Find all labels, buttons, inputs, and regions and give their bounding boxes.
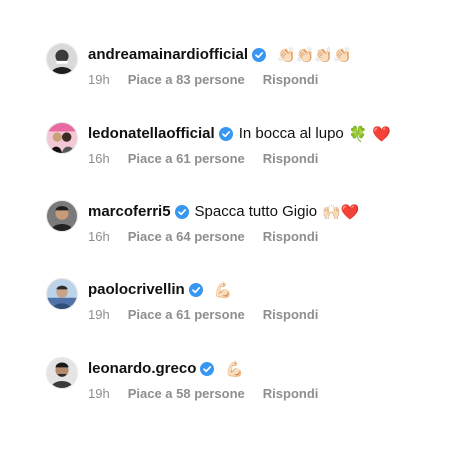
- comment-meta: 19h Piace a 61 persone Rispondi: [88, 306, 318, 324]
- username[interactable]: ledonatellaofficial: [88, 123, 215, 145]
- timestamp: 19h: [88, 386, 110, 401]
- verified-badge-icon: [188, 283, 203, 297]
- verified-badge-icon: [218, 127, 233, 141]
- comment-body: ledonatellaofficial In bocca al lupo 🍀 ❤…: [88, 123, 391, 145]
- comment-item: paolocrivellin 💪🏻 19h Piace a 61 persone…: [46, 278, 446, 334]
- comment-body: paolocrivellin 💪🏻: [88, 279, 232, 301]
- timestamp: 16h: [88, 151, 110, 166]
- reply-button[interactable]: Rispondi: [263, 306, 319, 324]
- emoji: 🙌🏻❤️: [322, 203, 360, 221]
- timestamp: 16h: [88, 229, 110, 244]
- likes-count[interactable]: Piace a 58 persone: [128, 385, 245, 403]
- comment-item: ledonatellaofficial In bocca al lupo 🍀 ❤…: [46, 122, 446, 178]
- comment-meta: 19h Piace a 83 persone Rispondi: [88, 71, 318, 89]
- comment-item: andreamainardiofficial 👏🏻👏🏻👏🏻👏🏻 19h Piac…: [46, 43, 446, 99]
- comment-meta: 19h Piace a 58 persone Rispondi: [88, 385, 318, 403]
- comment-meta: 16h Piace a 61 persone Rispondi: [88, 150, 318, 168]
- likes-count[interactable]: Piace a 64 persone: [128, 228, 245, 246]
- emoji: 💪🏻: [225, 360, 245, 378]
- likes-count[interactable]: Piace a 61 persone: [128, 306, 245, 324]
- reply-button[interactable]: Rispondi: [263, 385, 319, 403]
- avatar[interactable]: [46, 122, 78, 154]
- username[interactable]: leonardo.greco: [88, 358, 196, 380]
- comment-body: leonardo.greco 💪🏻: [88, 358, 244, 380]
- emoji: 💪🏻: [213, 281, 233, 299]
- timestamp: 19h: [88, 72, 110, 87]
- emoji: 🍀 ❤️: [348, 125, 391, 143]
- likes-count[interactable]: Piace a 61 persone: [128, 150, 245, 168]
- avatar[interactable]: [46, 278, 78, 310]
- comment-text: In bocca al lupo: [238, 125, 344, 142]
- username[interactable]: andreamainardiofficial: [88, 44, 248, 66]
- avatar[interactable]: [46, 43, 78, 75]
- username[interactable]: paolocrivellin: [88, 279, 185, 301]
- avatar[interactable]: [46, 357, 78, 389]
- comment-item: marcoferri5 Spacca tutto Gigio 🙌🏻❤️ 16h …: [46, 200, 446, 256]
- comment-body: marcoferri5 Spacca tutto Gigio 🙌🏻❤️: [88, 201, 359, 223]
- comment-meta: 16h Piace a 64 persone Rispondi: [88, 228, 318, 246]
- verified-badge-icon: [252, 48, 267, 62]
- verified-badge-icon: [200, 362, 215, 376]
- comment-item: leonardo.greco 💪🏻 19h Piace a 58 persone…: [46, 357, 446, 413]
- likes-count[interactable]: Piace a 83 persone: [128, 71, 245, 89]
- comment-text: Spacca tutto Gigio: [194, 203, 318, 220]
- reply-button[interactable]: Rispondi: [263, 150, 319, 168]
- comment-body: andreamainardiofficial 👏🏻👏🏻👏🏻👏🏻: [88, 44, 352, 66]
- timestamp: 19h: [88, 307, 110, 322]
- verified-badge-icon: [174, 205, 189, 219]
- reply-button[interactable]: Rispondi: [263, 228, 319, 246]
- reply-button[interactable]: Rispondi: [263, 71, 319, 89]
- emoji: 👏🏻👏🏻👏🏻👏🏻: [277, 46, 352, 64]
- comments-list: andreamainardiofficial 👏🏻👏🏻👏🏻👏🏻 19h Piac…: [0, 0, 450, 450]
- username[interactable]: marcoferri5: [88, 201, 171, 223]
- avatar[interactable]: [46, 200, 78, 232]
